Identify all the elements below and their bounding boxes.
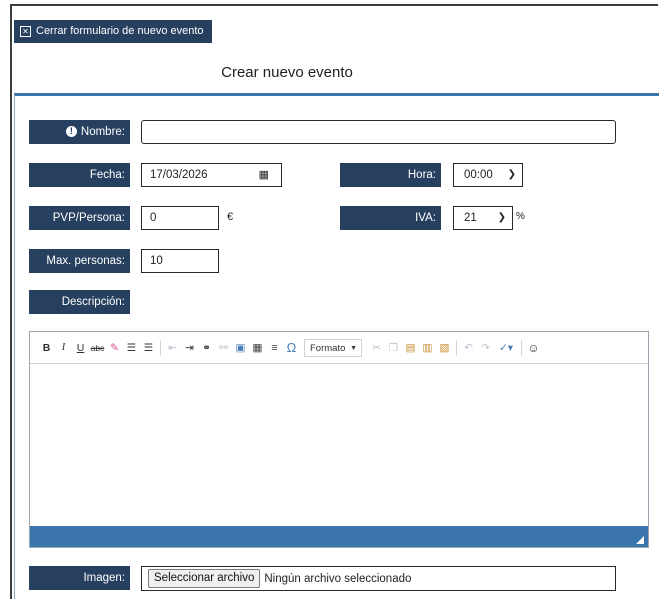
editor-toolbar: B I U abc ✎ ☰ ☰ ⇤ ⇥ ⚭ ⚯ ▣ ▦ ≡ Ω Formato ▼…	[30, 332, 648, 364]
file-status-text: Ningún archivo seleccionado	[264, 572, 412, 585]
euro-suffix: €	[227, 211, 234, 223]
undo-icon[interactable]: ↶	[460, 340, 477, 356]
table-icon[interactable]: ▦	[249, 340, 266, 356]
percent-suffix: %	[516, 211, 525, 222]
iva-value: 21	[464, 212, 477, 224]
page-title: Crear nuevo evento	[221, 64, 353, 81]
chevron-down-icon: ▼	[350, 344, 357, 352]
horizontal-line-icon[interactable]: ≡	[266, 340, 283, 356]
italic-button[interactable]: I	[55, 340, 72, 356]
close-form-label: Cerrar formulario de nuevo evento	[36, 25, 204, 37]
smiley-icon[interactable]: ☺	[525, 340, 542, 356]
nombre-input[interactable]	[141, 120, 616, 144]
fecha-input[interactable]: 17/03/2026 ▦	[141, 163, 282, 187]
pvp-label: PVP/Persona:	[29, 206, 130, 230]
select-file-button[interactable]: Seleccionar archivo	[148, 569, 261, 588]
hora-label: Hora:	[340, 163, 441, 187]
calendar-icon[interactable]: ▦	[259, 164, 269, 186]
required-info-icon: !	[65, 126, 77, 138]
bulleted-list-icon[interactable]: ☰	[140, 340, 157, 356]
editor-status-bar	[30, 526, 648, 547]
paste-icon[interactable]: ▤	[402, 340, 419, 356]
numbered-list-icon[interactable]: ☰	[123, 340, 140, 356]
rich-text-editor: B I U abc ✎ ☰ ☰ ⇤ ⇥ ⚭ ⚯ ▣ ▦ ≡ Ω Formato ▼…	[29, 331, 649, 548]
format-label: Formato	[310, 342, 346, 354]
imagen-file-input[interactable]: Seleccionar archivo Ningún archivo selec…	[141, 566, 616, 591]
strike-button[interactable]: abc	[89, 340, 106, 356]
bold-button[interactable]: B	[38, 340, 55, 356]
spellcheck-icon[interactable]: ✓▾	[494, 340, 518, 356]
indent-icon[interactable]: ⇥	[181, 340, 198, 356]
pvp-input[interactable]: 0	[141, 206, 219, 230]
hora-select[interactable]: 00:00 ❯	[453, 163, 523, 187]
iva-label: IVA:	[340, 206, 441, 230]
format-dropdown[interactable]: Formato ▼	[304, 338, 362, 357]
paste-word-icon[interactable]: ▧	[436, 340, 453, 356]
chevron-down-icon: ❯	[497, 212, 506, 223]
editor-content-area[interactable]	[30, 364, 648, 527]
fecha-value: 17/03/2026	[150, 169, 208, 181]
iva-select[interactable]: 21 ❯	[453, 206, 513, 230]
toolbar-separator	[521, 339, 522, 356]
max-personas-input[interactable]: 10	[141, 249, 219, 273]
resize-handle-icon[interactable]	[636, 536, 644, 544]
cut-icon[interactable]: ✂	[368, 340, 385, 356]
redo-icon[interactable]: ↷	[477, 340, 494, 356]
image-icon[interactable]: ▣	[232, 340, 249, 356]
close-form-button[interactable]: ✕ Cerrar formulario de nuevo evento	[14, 20, 212, 43]
remove-format-icon[interactable]: ✎	[106, 340, 123, 356]
nombre-label-text: Nombre:	[80, 126, 125, 138]
outdent-icon[interactable]: ⇤	[164, 340, 181, 356]
paste-text-icon[interactable]: ▥	[419, 340, 436, 356]
fecha-label: Fecha:	[29, 163, 130, 187]
underline-button[interactable]: U	[72, 340, 89, 356]
unlink-icon[interactable]: ⚯	[215, 340, 232, 356]
imagen-label: Imagen:	[29, 566, 130, 590]
max-personas-label: Max. personas:	[29, 249, 130, 273]
nombre-label: ! Nombre:	[29, 120, 130, 144]
special-char-icon[interactable]: Ω	[283, 340, 300, 356]
hora-value: 00:00	[464, 169, 493, 181]
link-icon[interactable]: ⚭	[198, 340, 215, 356]
chevron-down-icon: ❯	[507, 169, 516, 180]
toolbar-separator	[456, 339, 457, 356]
close-box-icon: ✕	[20, 26, 31, 37]
copy-icon[interactable]: ❐	[385, 340, 402, 356]
descripcion-label: Descripción:	[29, 290, 130, 314]
toolbar-separator	[160, 339, 161, 356]
